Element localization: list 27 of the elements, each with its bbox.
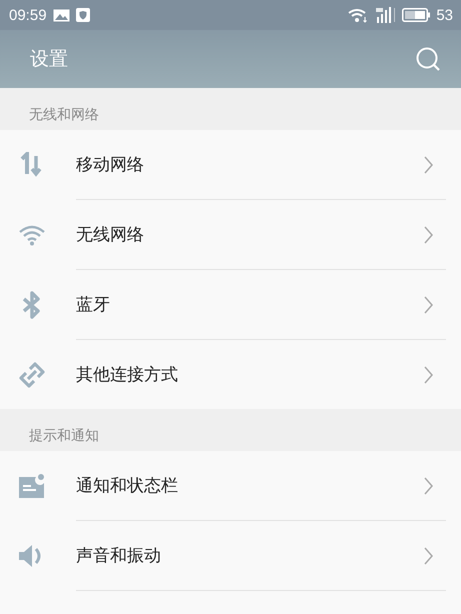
settings-item[interactable]: 通知和状态栏 xyxy=(0,451,461,520)
battery-level: 53 xyxy=(436,6,453,24)
settings-item[interactable]: 声音和振动 xyxy=(0,521,461,590)
shield-icon xyxy=(76,8,90,22)
search-button[interactable] xyxy=(415,46,441,72)
signal-icon xyxy=(374,7,396,23)
page-title: 设置 xyxy=(30,47,69,72)
settings-item[interactable]: 蓝牙 xyxy=(0,270,461,339)
notification-icon xyxy=(19,474,45,498)
link-icon xyxy=(18,360,46,388)
bluetooth-icon xyxy=(21,290,43,318)
wifi-icon xyxy=(348,8,368,22)
wifi-icon xyxy=(18,224,46,246)
settings-item[interactable]: 无线网络 xyxy=(0,200,461,269)
clock-time: 09:59 xyxy=(9,6,47,24)
chevron-right-icon xyxy=(424,476,433,494)
image-icon xyxy=(52,8,70,22)
chevron-right-icon xyxy=(424,366,433,384)
chevron-right-icon xyxy=(424,226,433,244)
settings-item[interactable]: 移动网络 xyxy=(0,130,461,199)
chevron-right-icon xyxy=(424,546,433,564)
settings-item[interactable]: 其他连接方式 xyxy=(0,340,461,409)
chevron-right-icon xyxy=(424,156,433,174)
battery-icon xyxy=(402,8,430,22)
section-header: 提示和通知 xyxy=(29,427,99,445)
section-header: 无线和网络 xyxy=(29,106,99,124)
chevron-right-icon xyxy=(424,296,433,314)
